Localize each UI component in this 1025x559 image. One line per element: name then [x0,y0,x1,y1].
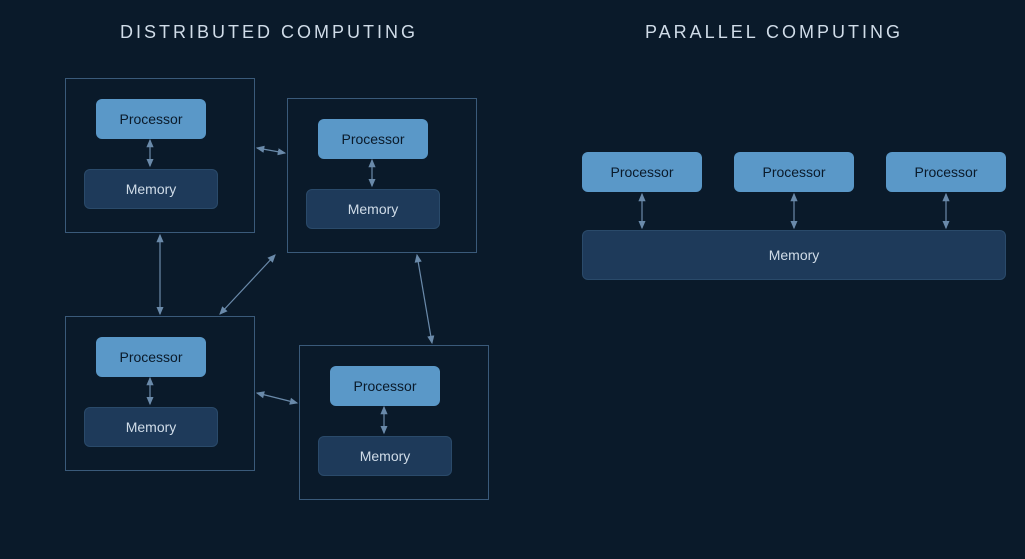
processor-box: Processor [96,337,206,377]
parallel-memory: Memory [582,230,1006,280]
memory-box: Memory [318,436,452,476]
distributed-node-2: Processor Memory [287,98,477,253]
distributed-node-1: Processor Memory [65,78,255,233]
distributed-node-4: Processor Memory [299,345,489,500]
distributed-title: DISTRIBUTED COMPUTING [120,22,418,43]
processor-box: Processor [96,99,206,139]
parallel-processor-3: Processor [886,152,1006,192]
processor-box: Processor [330,366,440,406]
distributed-node-3: Processor Memory [65,316,255,471]
parallel-title: PARALLEL COMPUTING [645,22,903,43]
memory-box: Memory [84,407,218,447]
processor-box: Processor [318,119,428,159]
parallel-processor-2: Processor [734,152,854,192]
memory-box: Memory [84,169,218,209]
parallel-processor-1: Processor [582,152,702,192]
memory-box: Memory [306,189,440,229]
